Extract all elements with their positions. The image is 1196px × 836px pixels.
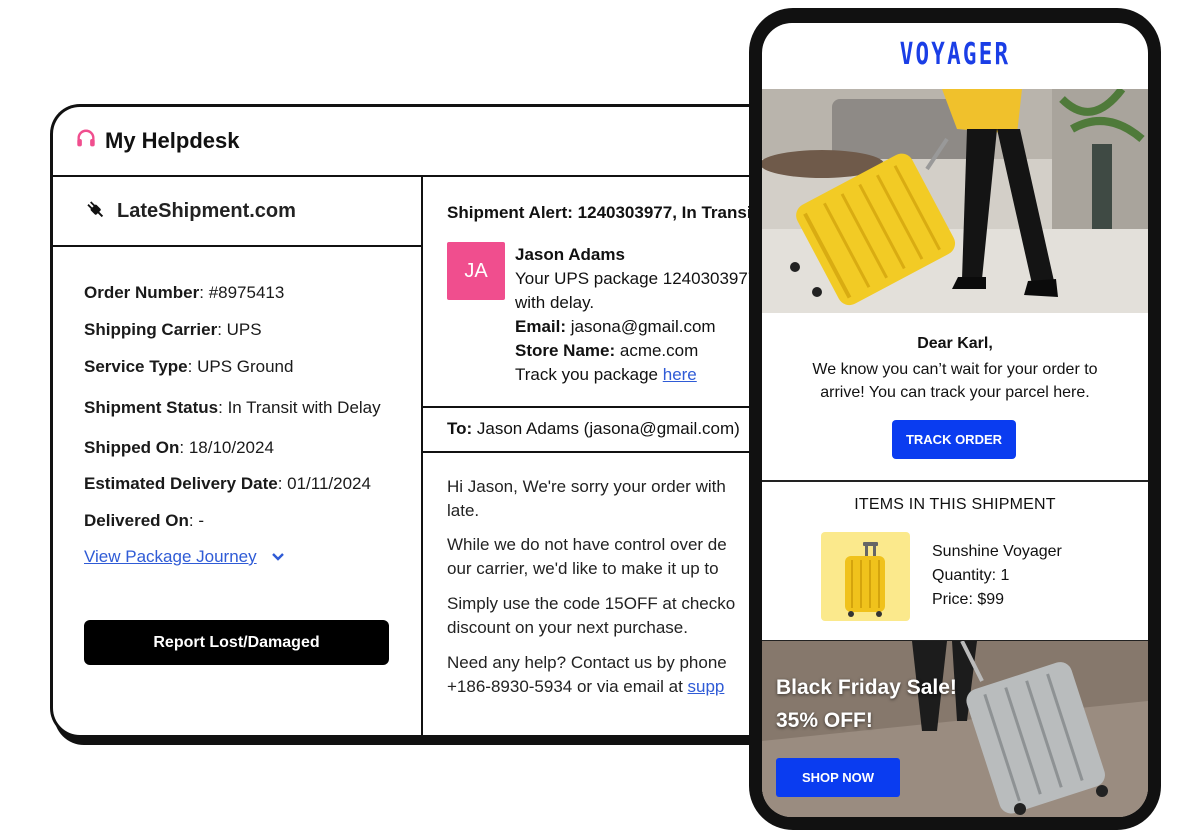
order-panel: LateShipment.com Order Number: #8975413 …	[53, 177, 423, 735]
track-here-link[interactable]: here	[663, 365, 697, 384]
avatar: JA	[447, 242, 505, 300]
divider	[762, 480, 1148, 482]
reply-paragraph[interactable]: While we do not have control over de our…	[447, 533, 727, 581]
message-line: with delay.	[515, 293, 595, 312]
promo-line: 35% OFF!	[776, 709, 873, 732]
detail-value: : 01/11/2024	[277, 474, 371, 493]
shipment-status-row: Shipment Status: In Transit with Delay	[84, 398, 381, 418]
reply-text: +186-8930-5934 or via email at	[447, 677, 688, 696]
promo-headline: Black Friday Sale! 35% OFF!	[776, 671, 957, 737]
reply-line: Simply use the code 15OFF at checko	[447, 594, 736, 613]
reply-line: discount on your next purchase.	[447, 618, 688, 637]
track-line: Track you package here	[515, 363, 757, 387]
reply-line: While we do not have control over de	[447, 535, 727, 554]
product-quantity: Quantity: 1	[932, 567, 1010, 584]
promo-banner: Black Friday Sale! 35% OFF! SHOP NOW	[762, 641, 1148, 817]
view-package-journey-link[interactable]: View Package Journey	[84, 547, 285, 567]
ticket-subject: Shipment Alert: 1240303977, In Transit	[447, 203, 758, 222]
reply-paragraph[interactable]: Simply use the code 15OFF at checko disc…	[447, 592, 735, 640]
estimated-delivery-row: Estimated Delivery Date: 01/11/2024	[84, 474, 371, 494]
message-line: We know you can’t wait for your order to	[812, 361, 1098, 378]
detail-value: : In Transit with Delay	[218, 398, 381, 417]
hero-image	[762, 89, 1148, 313]
detail-value: : UPS	[217, 320, 262, 339]
reply-paragraph[interactable]: Need any help? Contact us by phone +186-…	[447, 651, 727, 699]
sender-name: Jason Adams	[515, 245, 625, 264]
shop-now-button[interactable]: SHOP NOW	[776, 758, 900, 797]
view-journey-label: View Package Journey	[84, 547, 257, 566]
email-line: Email: jasona@gmail.com	[515, 315, 757, 339]
reply-paragraph[interactable]: Hi Jason, We're sorry your order with la…	[447, 475, 726, 523]
promo-line: Black Friday Sale!	[776, 676, 957, 699]
store-name: LateShipment.com	[117, 199, 296, 222]
reply-line: Need any help? Contact us by phone	[447, 653, 727, 672]
customer-message: Jason Adams Your UPS package 1240303977 …	[515, 243, 757, 387]
message-line: Your UPS package 1240303977	[515, 269, 758, 288]
product-name: Sunshine Voyager	[932, 543, 1062, 560]
detail-value: : 18/10/2024	[179, 438, 274, 457]
support-email-link[interactable]: supp	[688, 677, 725, 696]
plug-icon	[83, 197, 107, 226]
recipient-line: To: Jason Adams (jasona@gmail.com)	[447, 419, 740, 439]
product-price: Price: $99	[932, 591, 1005, 608]
email-preview-screen: VOYAGER Dear Karl, We know you can’t wai…	[762, 23, 1148, 817]
detail-label: Shipping Carrier	[84, 320, 218, 339]
product-info: Sunshine Voyager Quantity: 1 Price: $99	[932, 540, 1062, 612]
phone-frame: VOYAGER Dear Karl, We know you can’t wai…	[749, 8, 1161, 830]
reply-line: our carrier, we'd like to make it up to	[447, 559, 719, 578]
message-line: arrive! You can track your parcel here.	[820, 384, 1090, 401]
detail-label: Order Number	[84, 283, 200, 302]
to-value: Jason Adams (jasona@gmail.com)	[472, 419, 740, 438]
detail-label: Shipment Status	[84, 398, 219, 417]
detail-label: Delivered On	[84, 511, 189, 530]
email-value: jasona@gmail.com	[566, 317, 716, 336]
detail-value: : -	[188, 511, 204, 530]
track-text: Track you package	[515, 365, 663, 384]
order-number-row: Order Number: #8975413	[84, 283, 284, 303]
delivered-on-row: Delivered On: -	[84, 511, 204, 531]
shipping-carrier-row: Shipping Carrier: UPS	[84, 320, 262, 340]
store-value: acme.com	[615, 341, 699, 360]
items-section-title: ITEMS IN THIS SHIPMENT	[854, 496, 1056, 513]
shipped-on-row: Shipped On: 18/10/2024	[84, 438, 274, 458]
headset-icon	[75, 128, 97, 155]
chevron-down-icon	[271, 547, 285, 567]
email-message: We know you can’t wait for your order to…	[762, 358, 1148, 404]
store-line: Store Name: acme.com	[515, 339, 757, 363]
store-label: Store Name:	[515, 341, 616, 360]
detail-label: Service Type	[84, 357, 188, 376]
service-type-row: Service Type: UPS Ground	[84, 357, 293, 377]
detail-value: : UPS Ground	[187, 357, 294, 376]
reply-line: +186-8930-5934 or via email at supp	[447, 675, 727, 699]
store-header: LateShipment.com	[53, 177, 421, 247]
app-title: My Helpdesk	[105, 128, 240, 153]
brand-logo: VOYAGER	[899, 37, 1011, 72]
helpdesk-header: My Helpdesk	[53, 107, 850, 177]
email-greeting: Dear Karl,	[917, 335, 993, 352]
helpdesk-window: My Helpdesk LateShipment.com Order Numbe…	[50, 104, 850, 738]
product-thumbnail	[821, 532, 910, 621]
reply-line: late.	[447, 501, 480, 520]
detail-label: Estimated Delivery Date	[84, 474, 278, 493]
track-order-button[interactable]: TRACK ORDER	[892, 420, 1016, 459]
reply-line: Hi Jason, We're sorry your order with	[447, 477, 726, 496]
detail-label: Shipped On	[84, 438, 180, 457]
to-label: To:	[447, 419, 473, 438]
email-label: Email:	[515, 317, 567, 336]
report-lost-damaged-button[interactable]: Report Lost/Damaged	[84, 620, 389, 665]
detail-value: : #8975413	[199, 283, 285, 302]
